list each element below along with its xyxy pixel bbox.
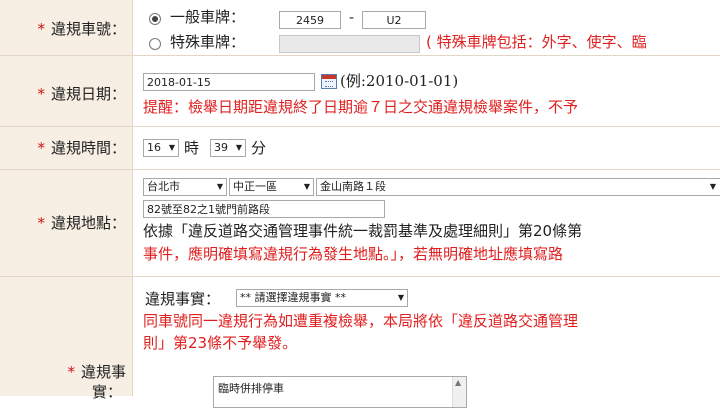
list-item[interactable]: 臨時併排停車 xyxy=(218,380,284,396)
date-reminder: 提醒：檢舉日期距違規終了日期逾７日之交通違規檢舉案件，不予 xyxy=(143,98,579,116)
location-label-cell: * 違規地點： xyxy=(0,170,133,276)
chevron-down-icon: ▼ xyxy=(303,182,310,191)
special-plate-radio[interactable] xyxy=(149,38,161,50)
road-value: 金山南路１段 xyxy=(320,180,386,193)
plate-label-cell: * 違規車號： xyxy=(0,0,133,55)
general-plate-radio[interactable] xyxy=(149,13,161,25)
date-label-cell: * 違規日期： xyxy=(0,56,133,126)
fact-label-cell: * 違規事 實： xyxy=(0,277,133,401)
chevron-down-icon: ▼ xyxy=(216,182,223,191)
city-value: 台北市 xyxy=(147,180,180,193)
required-star: * xyxy=(37,20,45,38)
required-star: * xyxy=(37,214,45,232)
required-star: * xyxy=(37,85,45,103)
minute-select[interactable]: 39 ▼ xyxy=(210,139,246,157)
minute-unit: 分 xyxy=(251,139,267,157)
location-row: * 違規地點： 台北市 ▼ 中正一區 ▼ 金山南路１段 ▼ 82號至82之1號門前路段 … xyxy=(0,170,720,277)
chevron-down-icon: ▼ xyxy=(397,293,404,302)
calendar-icon[interactable] xyxy=(321,74,337,89)
city-select[interactable]: 台北市 ▼ xyxy=(143,178,227,196)
date-row: * 違規日期： 2018-01-15 (例:2010-01-01) 提醒：檢舉日期… xyxy=(0,56,720,127)
fact-select-label: 違規事實： xyxy=(145,290,221,308)
time-row: * 違規時間： 16 ▼ 時 39 ▼ 分 xyxy=(0,127,720,170)
fact-label-line1: 違規事 xyxy=(80,363,126,381)
location-note-line2: 事件，應明確填寫違規行為發生地點。」，若無明確地址應填寫路 xyxy=(143,245,564,263)
location-note-line1: 依據「違反道路交通管理事件統一裁罰基準及處理細則」第20條第 xyxy=(143,222,583,240)
time-label-cell: * 違規時間： xyxy=(0,127,133,169)
scroll-up-icon[interactable]: ▲ xyxy=(455,378,461,387)
required-star: * xyxy=(37,139,45,157)
plate-part1-input[interactable]: 2459 xyxy=(279,11,341,29)
district-select[interactable]: 中正一區 ▼ xyxy=(229,178,314,196)
date-label: 違規日期： xyxy=(50,85,126,103)
hour-value: 16 xyxy=(147,141,161,154)
required-star: * xyxy=(67,363,75,381)
date-input[interactable]: 2018-01-15 xyxy=(143,73,315,91)
fact-listbox[interactable]: 臨時併排停車 ▲ xyxy=(213,376,467,408)
scrollbar[interactable]: ▲ xyxy=(452,377,466,407)
fact-select-value: ** 請選擇違規事實 ** xyxy=(240,291,346,304)
fact-label-line2: 實： xyxy=(91,383,122,401)
special-plate-input[interactable] xyxy=(279,35,420,53)
special-plate-hint: ( 特殊車牌包括：外字、使字、臨 xyxy=(426,33,647,51)
road-select[interactable]: 金山南路１段 ▼ xyxy=(316,178,720,196)
location-label: 違規地點： xyxy=(50,214,126,232)
plate-dash: - xyxy=(349,10,355,26)
fact-warning-line1: 同車號同一違規行為如遭重複檢舉，本局將依「違反道路交通管理 xyxy=(143,312,579,330)
fact-select[interactable]: ** 請選擇違規事實 ** ▼ xyxy=(236,289,408,307)
address-input[interactable]: 82號至82之1號門前路段 xyxy=(143,200,385,218)
fact-warning-line2: 則」第23條不予舉發。 xyxy=(143,334,298,352)
date-example: (例:2010-01-01) xyxy=(340,72,459,90)
chevron-down-icon: ▼ xyxy=(168,143,175,152)
chevron-down-icon: ▼ xyxy=(709,182,716,191)
fact-row: * 違規事 實： 違規事實： ** 請選擇違規事實 ** ▼ 同車號同一違規行為如遭… xyxy=(0,277,720,408)
hour-unit: 時 xyxy=(184,139,200,157)
general-plate-label: 一般車牌： xyxy=(170,8,246,26)
plate-row: * 違規車號： 一般車牌： 2459 - U2 特殊車牌： ( 特殊車牌包括：外字… xyxy=(0,0,720,56)
special-plate-label: 特殊車牌： xyxy=(170,33,246,51)
district-value: 中正一區 xyxy=(233,180,277,193)
hour-select[interactable]: 16 ▼ xyxy=(143,139,179,157)
plate-label: 違規車號： xyxy=(50,20,126,38)
minute-value: 39 xyxy=(214,141,228,154)
plate-part2-input[interactable]: U2 xyxy=(362,11,426,29)
chevron-down-icon: ▼ xyxy=(235,143,242,152)
time-label: 違規時間： xyxy=(50,139,126,157)
